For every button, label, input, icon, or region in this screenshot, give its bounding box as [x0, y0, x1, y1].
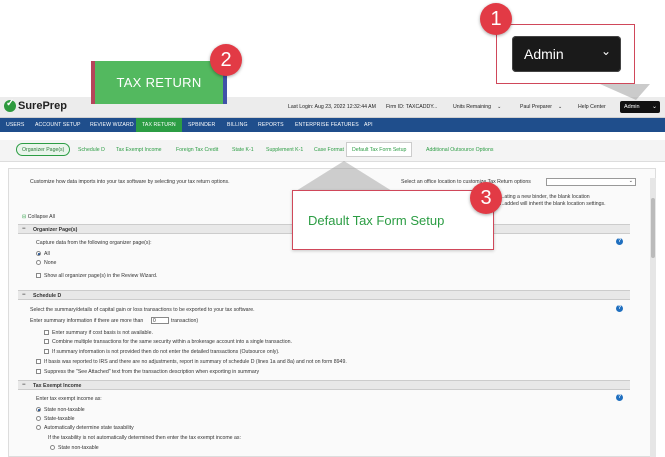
suppress-see-attached-checkbox[interactable] — [36, 369, 41, 374]
combine-transactions-checkbox[interactable] — [44, 339, 49, 344]
state-non-taxable-radio[interactable] — [36, 407, 41, 412]
nav-enterprise-features[interactable]: ENTERPRISE FEATURES — [295, 122, 359, 128]
callout-3-pointer — [296, 161, 392, 191]
note-line-2: ...added will inherit the blank location… — [500, 201, 606, 207]
user-name-label: Paul Preparer — [520, 104, 553, 110]
summary-cost-basis-checkbox[interactable] — [44, 330, 49, 335]
help-icon[interactable]: ? — [616, 394, 623, 401]
help-icon[interactable]: ? — [616, 238, 623, 245]
step-badge-2: 2 — [210, 44, 242, 76]
tax-exempt-prompt: Enter tax exempt income as: — [36, 396, 102, 402]
nav-billing[interactable]: BILLING — [227, 122, 248, 128]
vertical-scrollbar[interactable] — [650, 178, 656, 457]
basis-reported-label: If basis was reported to IRS and there a… — [44, 359, 347, 365]
nav-account-setup[interactable]: ACCOUNT SETUP — [35, 122, 81, 128]
schedule-d-line2-prefix: Enter summary information if there are m… — [30, 318, 144, 324]
show-all-organizer-label: Show all organizer page(s) in the Review… — [44, 273, 158, 279]
show-all-organizer-checkbox[interactable] — [36, 273, 41, 278]
schedule-d-line2-suffix: transaction) — [171, 318, 199, 324]
collapse-all-label: Collapse All — [27, 214, 55, 220]
nav-review-wizard[interactable]: REVIEW WIZARD — [90, 122, 134, 128]
section-tax-exempt-header[interactable]: − Tax Exempt Income — [18, 380, 630, 390]
taxability-sub-prompt: If the taxability is not automatically d… — [48, 435, 241, 441]
collapse-all-link[interactable]: ⊟ Collapse All — [22, 214, 55, 220]
nav-users[interactable]: USERS — [6, 122, 24, 128]
nav-tax-return[interactable]: TAX RETURN — [136, 118, 182, 132]
organizer-prompt: Capture data from the following organize… — [36, 240, 152, 246]
nav-spbinder[interactable]: SPBINDER — [188, 122, 215, 128]
auto-determine-radio[interactable] — [36, 425, 41, 430]
state-taxable-radio[interactable] — [36, 416, 41, 421]
logo-text: SurePrep — [18, 100, 67, 112]
tab-schedule-d[interactable]: Schedule D — [78, 147, 105, 153]
combine-transactions-label: Combine multiple transactions for the sa… — [52, 339, 292, 345]
callout-1-pointer — [600, 84, 650, 100]
tab-tax-exempt-income[interactable]: Tax Exempt Income — [116, 147, 162, 153]
help-center-link[interactable]: Help Center — [578, 104, 606, 110]
organizer-none-radio[interactable] — [36, 260, 41, 265]
tab-organizer-pages[interactable]: Organizer Page(s) — [16, 143, 71, 156]
chevron-down-icon: ⌄ — [558, 104, 563, 110]
chevron-down-icon: ⌄ — [600, 44, 611, 58]
no-detail-label: If summary information is not provided t… — [52, 349, 280, 355]
scrollbar-thumb[interactable] — [651, 198, 655, 258]
summary-cost-basis-label: Enter summary if cost basis is not avail… — [52, 330, 153, 336]
state-non-taxable-label: State non-taxable — [44, 407, 85, 413]
nav-reports[interactable]: REPORTS — [258, 122, 284, 128]
suppress-see-attached-label: Suppress the "See Attached" text from th… — [44, 369, 260, 375]
intro-text: Customize how data imports into your tax… — [30, 179, 230, 185]
callout-default-tax-form-label: Default Tax Form Setup — [308, 213, 445, 228]
organizer-all-label: All — [44, 251, 50, 257]
units-remaining-label: Units Remaining — [453, 104, 492, 110]
main-nav: USERS ACCOUNT SETUP REVIEW WIZARD TAX RE… — [0, 118, 665, 132]
office-location-label: Select an office location to customize T… — [401, 179, 531, 185]
minus-icon: − — [22, 382, 26, 388]
callout-tax-return: TAX RETURN — [91, 61, 227, 104]
step-badge-1: 1 — [480, 3, 512, 35]
section-tax-exempt-title: Tax Exempt Income — [33, 383, 82, 389]
auto-determine-label: Automatically determine state taxability — [44, 425, 134, 431]
tab-foreign-tax-credit[interactable]: Foreign Tax Credit — [176, 147, 218, 153]
sureprep-logo[interactable]: SurePrep — [4, 98, 67, 112]
organizer-all-radio[interactable] — [36, 251, 41, 256]
chevron-down-icon: ⌄ — [651, 104, 657, 110]
last-login-text: Last Login: Aug 23, 2022 12:32:44 AM — [288, 104, 376, 110]
section-schedule-d-header[interactable]: − Schedule D — [18, 290, 630, 300]
minus-icon: − — [22, 292, 26, 298]
help-icon[interactable]: ? — [616, 305, 623, 312]
sub-tabs: Organizer Page(s) Schedule D Tax Exempt … — [0, 140, 665, 162]
tab-state-k1[interactable]: State K-1 — [232, 147, 254, 153]
tab-case-format[interactable]: Case Format — [314, 147, 344, 153]
tab-supplement-k1[interactable]: Supplement K-1 — [266, 147, 303, 153]
admin-zoomed-label: Admin — [524, 46, 564, 62]
state-taxable-label: State-taxable — [44, 416, 75, 422]
transaction-count-input[interactable]: 0 — [151, 317, 169, 324]
tab-default-tax-form-setup[interactable]: Default Tax Form Setup — [346, 142, 413, 157]
section-schedule-d-title: Schedule D — [33, 293, 62, 299]
callout-default-tax-form: Default Tax Form Setup — [292, 190, 494, 250]
nav-api[interactable]: API — [364, 122, 373, 128]
sub-state-non-taxable-label: State non-taxable — [58, 445, 99, 451]
organizer-none-label: None — [44, 260, 57, 266]
no-detail-checkbox[interactable] — [44, 349, 49, 354]
chevron-down-icon: ⌄ — [628, 178, 633, 184]
units-remaining-dropdown[interactable]: Units Remaining ⌄ — [453, 104, 501, 110]
admin-dropdown-zoomed[interactable]: Admin ⌄ — [512, 36, 621, 72]
chevron-down-icon: ⌄ — [497, 104, 502, 110]
note-line-1: ...ating a new binder, the blank locatio… — [500, 194, 590, 200]
admin-label: Admin — [624, 104, 640, 110]
office-location-select[interactable]: ⌄ — [546, 178, 636, 186]
section-organizer-title: Organizer Page(s) — [33, 227, 78, 233]
user-menu[interactable]: Paul Preparer ⌄ — [520, 104, 562, 110]
schedule-d-line1: Select the summary/details of capital ga… — [30, 307, 255, 313]
basis-reported-checkbox[interactable] — [36, 359, 41, 364]
checkmark-logo-icon — [4, 98, 16, 112]
tab-additional-outsource-options[interactable]: Additional Outsource Options — [426, 147, 493, 153]
firm-id-text: Firm ID: TAXCADDY... — [386, 104, 438, 110]
admin-dropdown-small[interactable]: Admin ⌄ — [620, 101, 660, 113]
step-badge-3: 3 — [470, 182, 502, 214]
minus-icon: − — [22, 226, 26, 232]
sub-state-non-taxable-radio[interactable] — [50, 445, 55, 450]
